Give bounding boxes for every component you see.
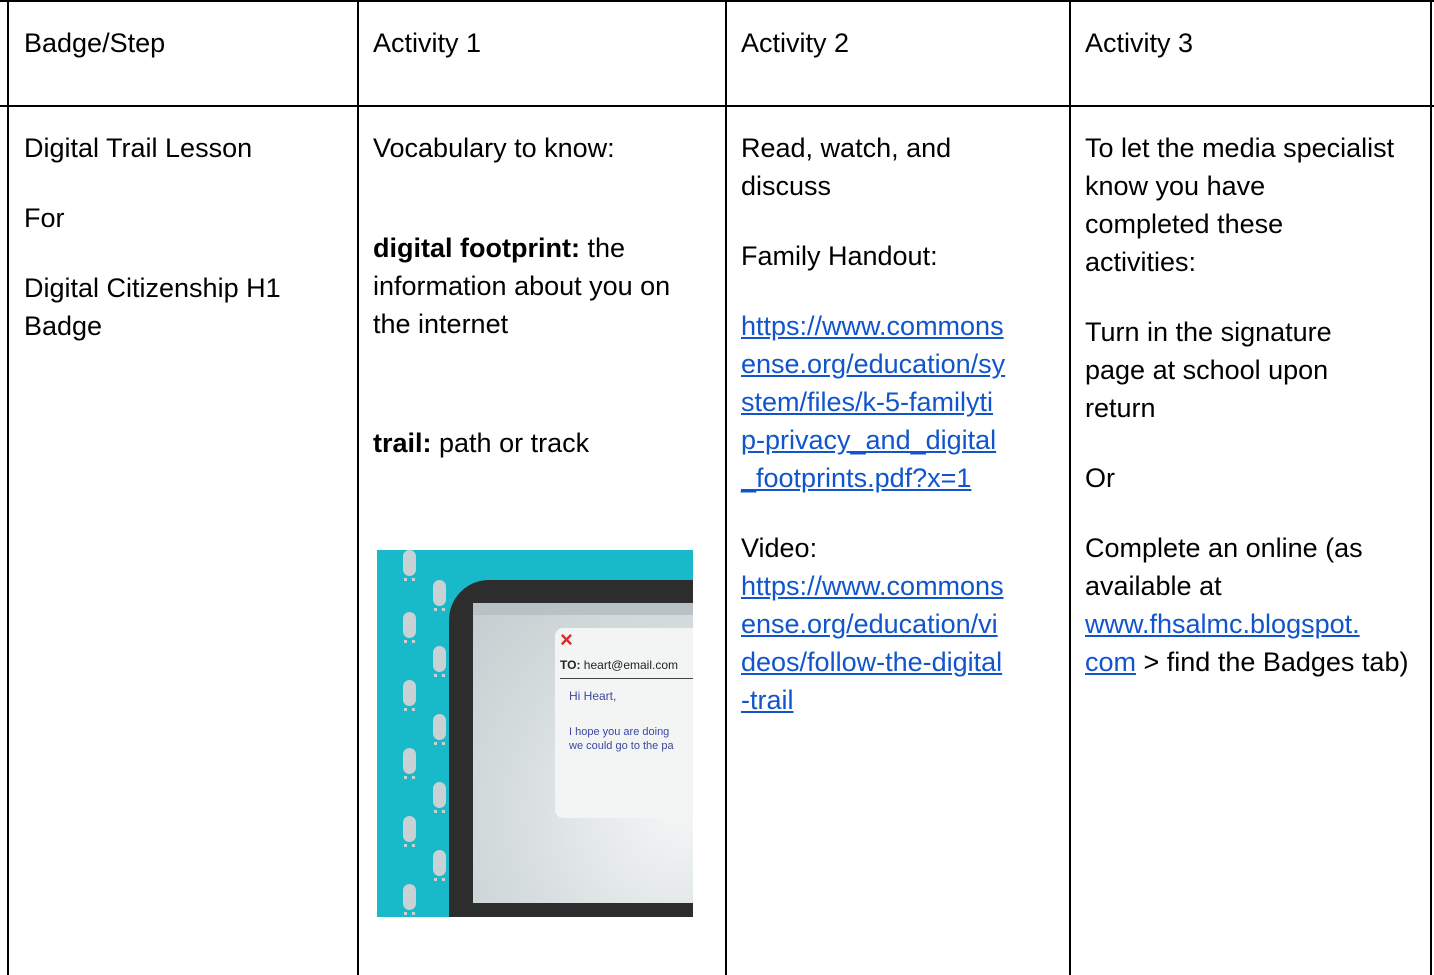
vocab-term-digital-footprint: digital footprint: [373,233,580,263]
or-label: Or [1085,463,1115,493]
table-border-left [7,0,9,975]
header-activity-1: Activity 1 [373,28,482,58]
link-line: stem/files/k-5-familyti [741,387,994,417]
footprint-icon [433,850,446,881]
option-signature-page: Turn in the signature page at school upo… [1085,317,1332,423]
activity-3-intro: To let the media specialist know you hav… [1085,133,1395,277]
link-line: p-privacy_and_digital [741,425,997,455]
table-border-top [0,0,1434,2]
activity-3-cell: To let the media specialist know you hav… [1085,129,1417,681]
footprint-icon [403,550,416,581]
option-online: Complete an online (as available at www.… [1085,529,1415,681]
video-label: Video: [741,533,818,563]
link-line: https://www.commons [741,571,1004,601]
close-icon: × [560,627,573,652]
activity-table: Badge/Step Activity 1 Activity 2 Activit… [0,0,1434,975]
email-greeting: Hi Heart, [569,689,617,703]
vocab-def-trail: path or track [431,428,590,458]
activity-2-cell: Read, watch, and discuss Family Handout:… [741,129,1061,719]
email-body-line: I hope you are doing [569,726,670,738]
footprint-icon [433,782,446,813]
footprint-icon [403,884,416,915]
email-to-address: heart@email.com [583,658,679,672]
vocab-digital-footprint: digital footprint: the information about… [373,229,693,343]
link-line: ense.org/education/sy [741,349,1006,379]
email-divider [560,678,693,679]
option-online-post: > find the Badges tab) [1136,647,1409,677]
digital-trail-illustration: × TO: heart@email.com Hi Heart, I hope y… [377,550,693,917]
table-divider-2 [725,0,727,975]
footprint-icon [403,748,416,779]
badge-for-label: For [24,203,65,233]
video-link[interactable]: https://www.commons ense.org/education/v… [741,567,1061,719]
email-body-line: we could go to the pa [569,740,674,752]
badge-name: Digital Citizenship H1 Badge [24,273,281,341]
email-window [555,628,693,818]
footprint-icon [403,816,416,847]
vocab-term-trail: trail: [373,428,432,458]
footprint-icon [403,612,416,643]
screen-title-bar [473,603,693,615]
footprint-icon [433,580,446,611]
family-handout-label: Family Handout: [741,241,938,271]
family-handout-link[interactable]: https://www.commons ense.org/education/s… [741,307,1061,497]
table-divider-1 [357,0,359,975]
link-line: deos/follow-the-digital [741,647,1003,677]
table-border-right [1430,0,1432,975]
email-to-line: TO: heart@email.com [560,658,678,672]
option-online-pre: Complete an online (as available at [1085,533,1363,601]
footprint-icon [403,680,416,711]
activity-1-cell: Vocabulary to know: digital footprint: t… [373,129,708,462]
table-header-divider [0,105,1434,107]
badge-lesson-title: Digital Trail Lesson [24,133,253,163]
footprint-icon [433,714,446,745]
vocab-trail: trail: path or track [373,424,708,462]
link-line: ense.org/education/vi [741,609,998,639]
email-to-label: TO: [560,658,581,672]
link-line: https://www.commons [741,311,1004,341]
link-line: com [1085,647,1137,677]
table-divider-3 [1069,0,1071,975]
link-line: -trail [741,685,794,715]
header-activity-3: Activity 3 [1085,28,1194,58]
vocab-intro: Vocabulary to know: [373,133,615,163]
header-badge-step: Badge/Step [24,28,166,58]
badge-cell: Digital Trail Lesson For Digital Citizen… [24,129,344,345]
link-line: _footprints.pdf?x=1 [741,463,972,493]
footprint-icon [433,646,446,677]
email-body: I hope you are doing we could go to the … [569,725,674,753]
link-line: www.fhsalmc.blogspot. [1085,609,1360,639]
header-activity-2: Activity 2 [741,28,850,58]
activity-2-intro: Read, watch, and discuss [741,133,952,201]
